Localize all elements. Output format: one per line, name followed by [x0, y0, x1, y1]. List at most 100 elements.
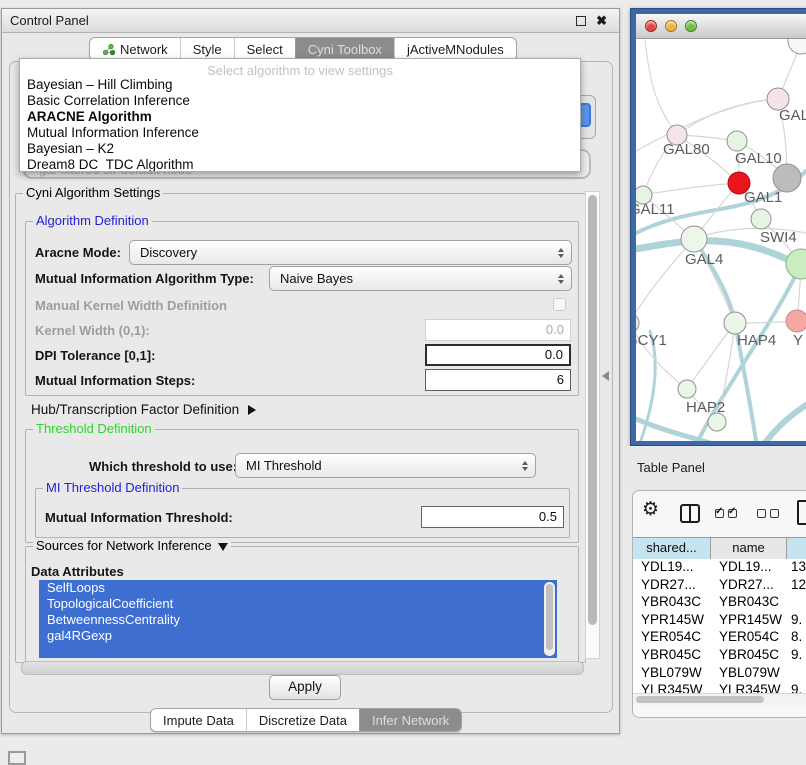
network-window-titlebar[interactable]	[636, 14, 806, 39]
table-cell[interactable]: YPR145W	[711, 612, 787, 630]
close-traffic-light-icon[interactable]	[645, 20, 657, 32]
table-row[interactable]: YBR045CYBR045C9.	[633, 647, 806, 665]
table-cell[interactable]: YER054C	[633, 629, 711, 647]
zoom-traffic-light-icon[interactable]	[685, 20, 697, 32]
table-cell[interactable]: 12	[787, 577, 806, 595]
show-checked-columns-icon[interactable]	[715, 509, 737, 518]
mode-tab-discretize-data[interactable]: Discretize Data	[246, 709, 359, 731]
mode-tab-impute-data[interactable]: Impute Data	[151, 709, 246, 731]
attribute-item[interactable]: TopologicalCoefficient	[39, 596, 557, 612]
settings-horizontal-scrollbar[interactable]	[21, 661, 584, 675]
tab-cyni-toolbox[interactable]: Cyni Toolbox	[295, 38, 394, 60]
network-edge[interactable]	[643, 183, 739, 195]
network-edge[interactable]	[687, 323, 735, 389]
attribute-item[interactable]: BetweennessCentrality	[39, 612, 557, 628]
table-cell[interactable]: YDR27...	[633, 577, 711, 595]
network-graph[interactable]: GALGAL80GAL10GAL1GAL11SWI4GAL4GCY1HAP4YH…	[636, 39, 806, 441]
network-edge[interactable]	[765, 405, 806, 441]
manual-kernel-checkbox[interactable]	[553, 298, 566, 311]
table-cell[interactable]: YDL19...	[633, 559, 711, 577]
control-panel-titlebar[interactable]: Control Panel ✖	[2, 9, 619, 33]
mode-tab-infer-network[interactable]: Infer Network	[359, 709, 461, 731]
network-node-gcy1[interactable]	[636, 313, 639, 333]
column-browser-icon[interactable]	[680, 504, 700, 523]
table-cell[interactable]: YBL079W	[633, 665, 711, 683]
kernel-width-field[interactable]: 0.0	[425, 319, 571, 341]
dropdown-item[interactable]: Mutual Information Inference	[20, 125, 580, 141]
table-column-header[interactable]: name	[711, 538, 787, 559]
settings-scrollbar-thumb[interactable]	[588, 195, 597, 625]
table-cell[interactable]: YBR045C	[633, 647, 711, 665]
document-icon[interactable]	[797, 500, 806, 525]
settings-vertical-scrollbar[interactable]	[585, 191, 600, 659]
table-cell[interactable]: YBR043C	[633, 594, 711, 612]
tab-select[interactable]: Select	[234, 38, 295, 60]
dropdown-item[interactable]: Basic Correlation Inference	[20, 93, 580, 109]
table-cell[interactable]: YER054C	[711, 629, 787, 647]
collapse-down-icon[interactable]	[218, 543, 228, 551]
expand-right-icon[interactable]	[248, 405, 256, 415]
table-cell[interactable]: 8.	[787, 629, 806, 647]
mi-type-combo[interactable]: Naive Bayes	[269, 266, 572, 291]
network-edge[interactable]	[636, 419, 710, 441]
table-cell[interactable]: 13	[787, 559, 806, 577]
table-cell[interactable]: YBL079W	[711, 665, 787, 683]
tab-jactivemnodules[interactable]: jActiveMNodules	[394, 38, 516, 60]
table-cell[interactable]: YBR043C	[711, 594, 787, 612]
dpi-tolerance-field[interactable]: 0.0	[425, 344, 571, 366]
dropdown-item[interactable]: ARACNE Algorithm	[20, 109, 580, 125]
attribute-item[interactable]: SelfLoops	[39, 580, 557, 596]
float-window-icon[interactable]	[576, 16, 586, 26]
dropdown-item[interactable]: Dream8 DC_TDC Algorithm	[20, 157, 580, 172]
network-node-y[interactable]	[786, 310, 806, 332]
network-node-hap2[interactable]	[678, 380, 696, 398]
attribute-item[interactable]: gal4RGexp	[39, 628, 557, 644]
network-canvas[interactable]: GALGAL80GAL10GAL1GAL11SWI4GAL4GCY1HAP4YH…	[636, 39, 806, 441]
dropdown-item[interactable]: Bayesian – K2	[20, 141, 580, 157]
gear-icon[interactable]: ⚙	[642, 498, 659, 520]
table-row[interactable]: YER054CYER054C8.	[633, 629, 806, 647]
list-scrollbar[interactable]	[544, 582, 555, 656]
network-edge[interactable]	[645, 39, 677, 135]
apply-button[interactable]: Apply	[269, 675, 341, 700]
network-node[interactable]	[708, 413, 726, 431]
hide-columns-icon[interactable]	[757, 509, 779, 518]
table-row[interactable]: YDR27...YDR27...12	[633, 577, 806, 595]
table-cell[interactable]: YDR27...	[711, 577, 787, 595]
table-cell[interactable]: 9.	[787, 647, 806, 665]
network-node-swi4[interactable]	[751, 209, 771, 229]
table-row[interactable]: YDL19...YDL19...13	[633, 559, 806, 577]
minimize-traffic-light-icon[interactable]	[665, 20, 677, 32]
table-cell[interactable]	[787, 594, 806, 612]
close-icon[interactable]: ✖	[596, 12, 607, 29]
table-row[interactable]: YPR145WYPR145W9.	[633, 612, 806, 630]
table-horizontal-scrollbar[interactable]	[633, 693, 806, 705]
which-threshold-combo[interactable]: MI Threshold	[235, 453, 536, 478]
split-pane-collapse-icon[interactable]	[602, 371, 609, 381]
table-cell[interactable]: YPR145W	[633, 612, 711, 630]
mi-threshold-field[interactable]: 0.5	[421, 506, 564, 528]
collapsed-panel-button[interactable]	[8, 751, 26, 765]
table-cell[interactable]	[787, 665, 806, 683]
network-node-gal4[interactable]	[681, 226, 707, 252]
table-cell[interactable]: 9.	[787, 612, 806, 630]
network-node[interactable]	[786, 249, 806, 279]
network-edge[interactable]	[677, 99, 778, 135]
table-scrollbar-thumb[interactable]	[636, 696, 764, 703]
network-node-hap4[interactable]	[724, 312, 746, 334]
tab-network[interactable]: Network	[90, 38, 180, 60]
data-attributes-list[interactable]: SelfLoopsTopologicalCoefficientBetweenne…	[39, 580, 557, 658]
list-scrollbar-thumb[interactable]	[546, 584, 553, 650]
table-row[interactable]: YBR043CYBR043C	[633, 594, 806, 612]
network-node[interactable]	[788, 39, 806, 54]
network-node-gal10[interactable]	[727, 131, 747, 151]
table-row[interactable]: YBL079WYBL079W	[633, 665, 806, 683]
table-column-header[interactable]	[787, 538, 806, 559]
sources-title[interactable]: Sources for Network Inference	[33, 539, 231, 553]
hub-definition-expander[interactable]: Hub/Transcription Factor Definition	[31, 402, 256, 417]
table-column-header[interactable]: shared...	[633, 538, 711, 559]
tab-style[interactable]: Style	[180, 38, 234, 60]
table-cell[interactable]: YDL19...	[711, 559, 787, 577]
aracne-mode-combo[interactable]: Discovery	[129, 240, 572, 265]
dropdown-item[interactable]: Bayesian – Hill Climbing	[20, 77, 580, 93]
